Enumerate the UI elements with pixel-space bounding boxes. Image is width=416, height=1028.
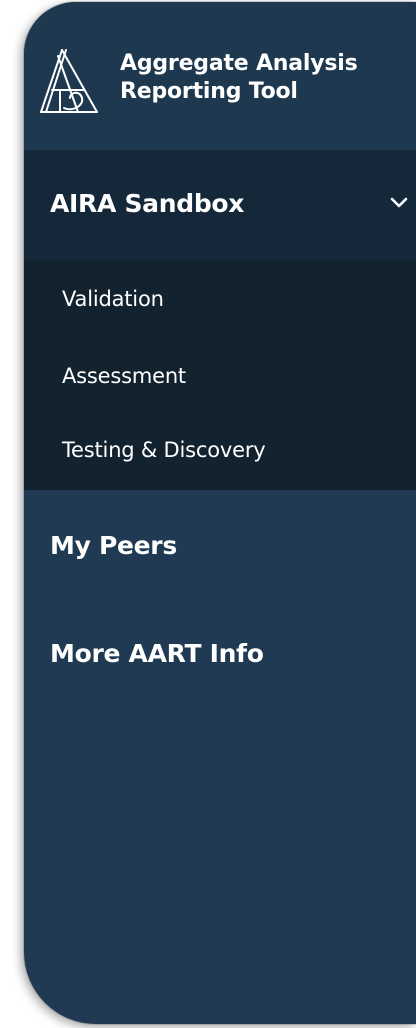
app-title: Aggregate Analysis Reporting Tool <box>120 50 410 106</box>
sidebar-section-aira-sandbox[interactable]: AIRA Sandbox <box>24 150 416 260</box>
sidebar: Aggregate Analysis Reporting Tool AIRA S… <box>24 2 416 1024</box>
submenu-item-assessment[interactable]: Assessment <box>62 362 186 390</box>
sidebar-section-label: AIRA Sandbox <box>50 189 245 218</box>
submenu-item-validation[interactable]: Validation <box>62 285 164 313</box>
submenu-item-testing-discovery[interactable]: Testing & Discovery <box>62 436 266 464</box>
app-title-line-1: Aggregate Analysis <box>120 51 358 76</box>
app-title-line-2: Reporting Tool <box>120 79 298 104</box>
sidebar-submenu: Validation Assessment Testing & Discover… <box>24 260 416 490</box>
aart-logo-icon <box>40 49 98 113</box>
chevron-down-icon[interactable] <box>390 196 408 210</box>
sidebar-item-more-aart-info[interactable]: More AART Info <box>50 638 264 670</box>
sidebar-header: Aggregate Analysis Reporting Tool <box>24 2 416 150</box>
sidebar-item-my-peers[interactable]: My Peers <box>50 530 177 562</box>
